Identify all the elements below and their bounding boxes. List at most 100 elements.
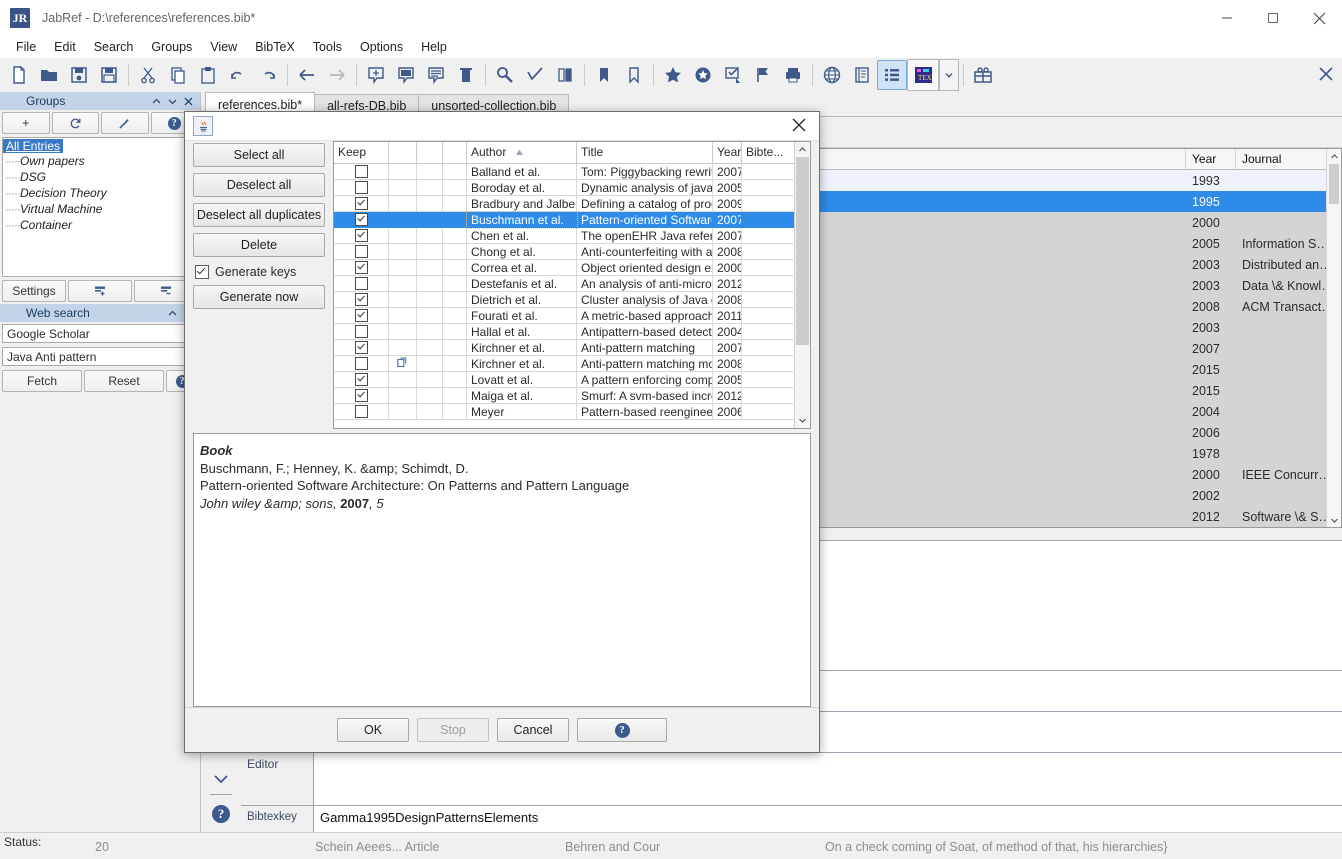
star-circle-icon[interactable] (688, 60, 718, 90)
entry-table-scrollbar[interactable] (1326, 149, 1341, 527)
toggle-groups-icon[interactable] (877, 60, 907, 90)
table-row[interactable]: Kirchner et al.Anti-pattern matching2007 (334, 340, 794, 356)
select-all-button[interactable]: Select all (193, 143, 325, 167)
checkbox-unchecked-icon[interactable] (355, 405, 368, 418)
groups-tree[interactable]: All Entries ·····Own papers ·····DSG ···… (2, 137, 198, 277)
group-container[interactable]: ·····Container (3, 217, 197, 233)
dialog-entry-table[interactable]: Keep Author Title (333, 141, 811, 429)
paste-icon[interactable] (193, 60, 223, 90)
fetch-button[interactable]: Fetch (2, 370, 82, 392)
group-dsg[interactable]: ·····DSG (3, 169, 197, 185)
table-row[interactable]: Maiga et al.Smurf: A svm-based increment… (334, 388, 794, 404)
cell-keep-checkbox[interactable] (334, 276, 389, 292)
cell-keep-checkbox[interactable] (334, 292, 389, 308)
chevron-up-icon[interactable] (148, 93, 164, 109)
save-as-icon[interactable] (94, 60, 124, 90)
close-icon[interactable] (180, 93, 196, 109)
cell-keep-checkbox[interactable] (334, 212, 389, 228)
table-row[interactable]: MeyerPattern-based reengineering o...200… (334, 404, 794, 420)
bookmark-outline-icon[interactable] (619, 60, 649, 90)
search-engine-select[interactable]: Google Scholar (2, 324, 198, 343)
checkbox-unchecked-icon[interactable] (355, 325, 368, 338)
cell-keep-checkbox[interactable] (334, 180, 389, 196)
column-icon-a[interactable] (389, 142, 417, 163)
menu-edit[interactable]: Edit (46, 38, 84, 56)
chevron-down-icon[interactable] (939, 59, 959, 91)
generate-keys-checkbox[interactable] (195, 265, 209, 279)
new-entry-icon[interactable] (361, 60, 391, 90)
redo-icon[interactable] (253, 60, 283, 90)
table-row[interactable]: Chong et al.Anti-counterfeiting with a r… (334, 244, 794, 260)
chevron-up-icon[interactable] (164, 305, 180, 321)
checkbox-checked-icon[interactable] (355, 309, 368, 322)
checkbox-unchecked-icon[interactable] (355, 357, 368, 370)
open-folder-icon[interactable] (34, 60, 64, 90)
scroll-thumb[interactable] (796, 157, 809, 345)
new-file-icon[interactable] (4, 60, 34, 90)
cut-icon[interactable] (133, 60, 163, 90)
menu-help[interactable]: Help (413, 38, 455, 56)
menu-groups[interactable]: Groups (143, 38, 200, 56)
field-value-bibtexkey[interactable]: Gamma1995DesignPatternsElements (314, 806, 1342, 832)
menu-tools[interactable]: Tools (305, 38, 350, 56)
cell-keep-checkbox[interactable] (334, 388, 389, 404)
cell-keep-checkbox[interactable] (334, 196, 389, 212)
menu-search[interactable]: Search (86, 38, 142, 56)
group-all-entries[interactable]: All Entries (3, 139, 63, 153)
search-query-input[interactable]: Java Anti pattern (2, 347, 198, 366)
checkbox-checked-icon[interactable] (355, 341, 368, 354)
delete-icon[interactable] (451, 60, 481, 90)
globe-icon[interactable] (817, 60, 847, 90)
scroll-up-icon[interactable] (795, 142, 810, 157)
table-row[interactable]: Bradbury and JalbertDefining a catalog o… (334, 196, 794, 212)
deselect-all-button[interactable]: Deselect all (193, 173, 325, 197)
table-row[interactable]: Chen et al.The openEHR Java reference i.… (334, 228, 794, 244)
compare-icon[interactable] (550, 60, 580, 90)
cell-keep-checkbox[interactable] (334, 244, 389, 260)
delete-button[interactable]: Delete (193, 233, 325, 257)
add-group-button[interactable]: + (2, 112, 50, 134)
dialog-close-icon[interactable] (791, 117, 809, 135)
table-row[interactable]: Hallal et al.Antipattern-based detection… (334, 324, 794, 340)
table-row[interactable]: Balland et al.Tom: Piggybacking rewritin… (334, 164, 794, 180)
chevron-down-icon[interactable] (164, 93, 180, 109)
close-toolbar-icon[interactable] (1318, 66, 1334, 82)
star-icon[interactable] (658, 60, 688, 90)
back-arrow-icon[interactable] (292, 60, 322, 90)
cell-keep-checkbox[interactable] (334, 372, 389, 388)
table-row[interactable]: Destefanis et al.An analysis of anti-mic… (334, 276, 794, 292)
field-value-editor[interactable] (314, 753, 1342, 805)
group-virtual-machine[interactable]: ·····Virtual Machine (3, 201, 197, 217)
cell-keep-checkbox[interactable] (334, 340, 389, 356)
scroll-down-icon[interactable] (795, 413, 810, 428)
column-year[interactable]: Year (713, 142, 742, 163)
table-row[interactable]: Fourati et al.A metric-based approach fo… (334, 308, 794, 324)
table-row[interactable]: Lovatt et al.A pattern enforcing compile… (334, 372, 794, 388)
table-row[interactable]: Buschmann et al.Pattern-oriented Softwar… (334, 212, 794, 228)
check-integrity-icon[interactable] (520, 60, 550, 90)
table-row[interactable]: Dietrich et al.Cluster analysis of Java … (334, 292, 794, 308)
help-icon[interactable]: ? (212, 795, 230, 833)
undo-icon[interactable] (223, 60, 253, 90)
column-icon-c[interactable] (443, 142, 467, 163)
expand-icon[interactable] (68, 280, 132, 302)
column-icon-b[interactable] (417, 142, 443, 163)
help-icon[interactable]: ? (577, 718, 667, 742)
column-bibtexkey[interactable]: Bibte... (742, 142, 794, 163)
refresh-icon[interactable] (52, 112, 100, 134)
generate-keys-checkbox-row[interactable]: Generate keys (195, 265, 323, 279)
scroll-up-icon[interactable] (1330, 149, 1339, 163)
table-row[interactable]: Boroday et al.Dynamic analysis of java a… (334, 180, 794, 196)
cell-keep-checkbox[interactable] (334, 164, 389, 180)
minimize-icon[interactable] (1204, 0, 1250, 36)
checkbox-unchecked-icon[interactable] (355, 277, 368, 290)
column-keep[interactable]: Keep (334, 142, 389, 163)
edit-entry-icon[interactable] (391, 60, 421, 90)
checkbox-unchecked-icon[interactable] (355, 181, 368, 194)
checkbox-checked-icon[interactable] (355, 293, 368, 306)
checkbox-unchecked-icon[interactable] (355, 245, 368, 258)
cell-keep-checkbox[interactable] (334, 260, 389, 276)
cell-keep-checkbox[interactable] (334, 308, 389, 324)
cancel-button[interactable]: Cancel (497, 718, 569, 742)
bookmark-filled-icon[interactable] (589, 60, 619, 90)
